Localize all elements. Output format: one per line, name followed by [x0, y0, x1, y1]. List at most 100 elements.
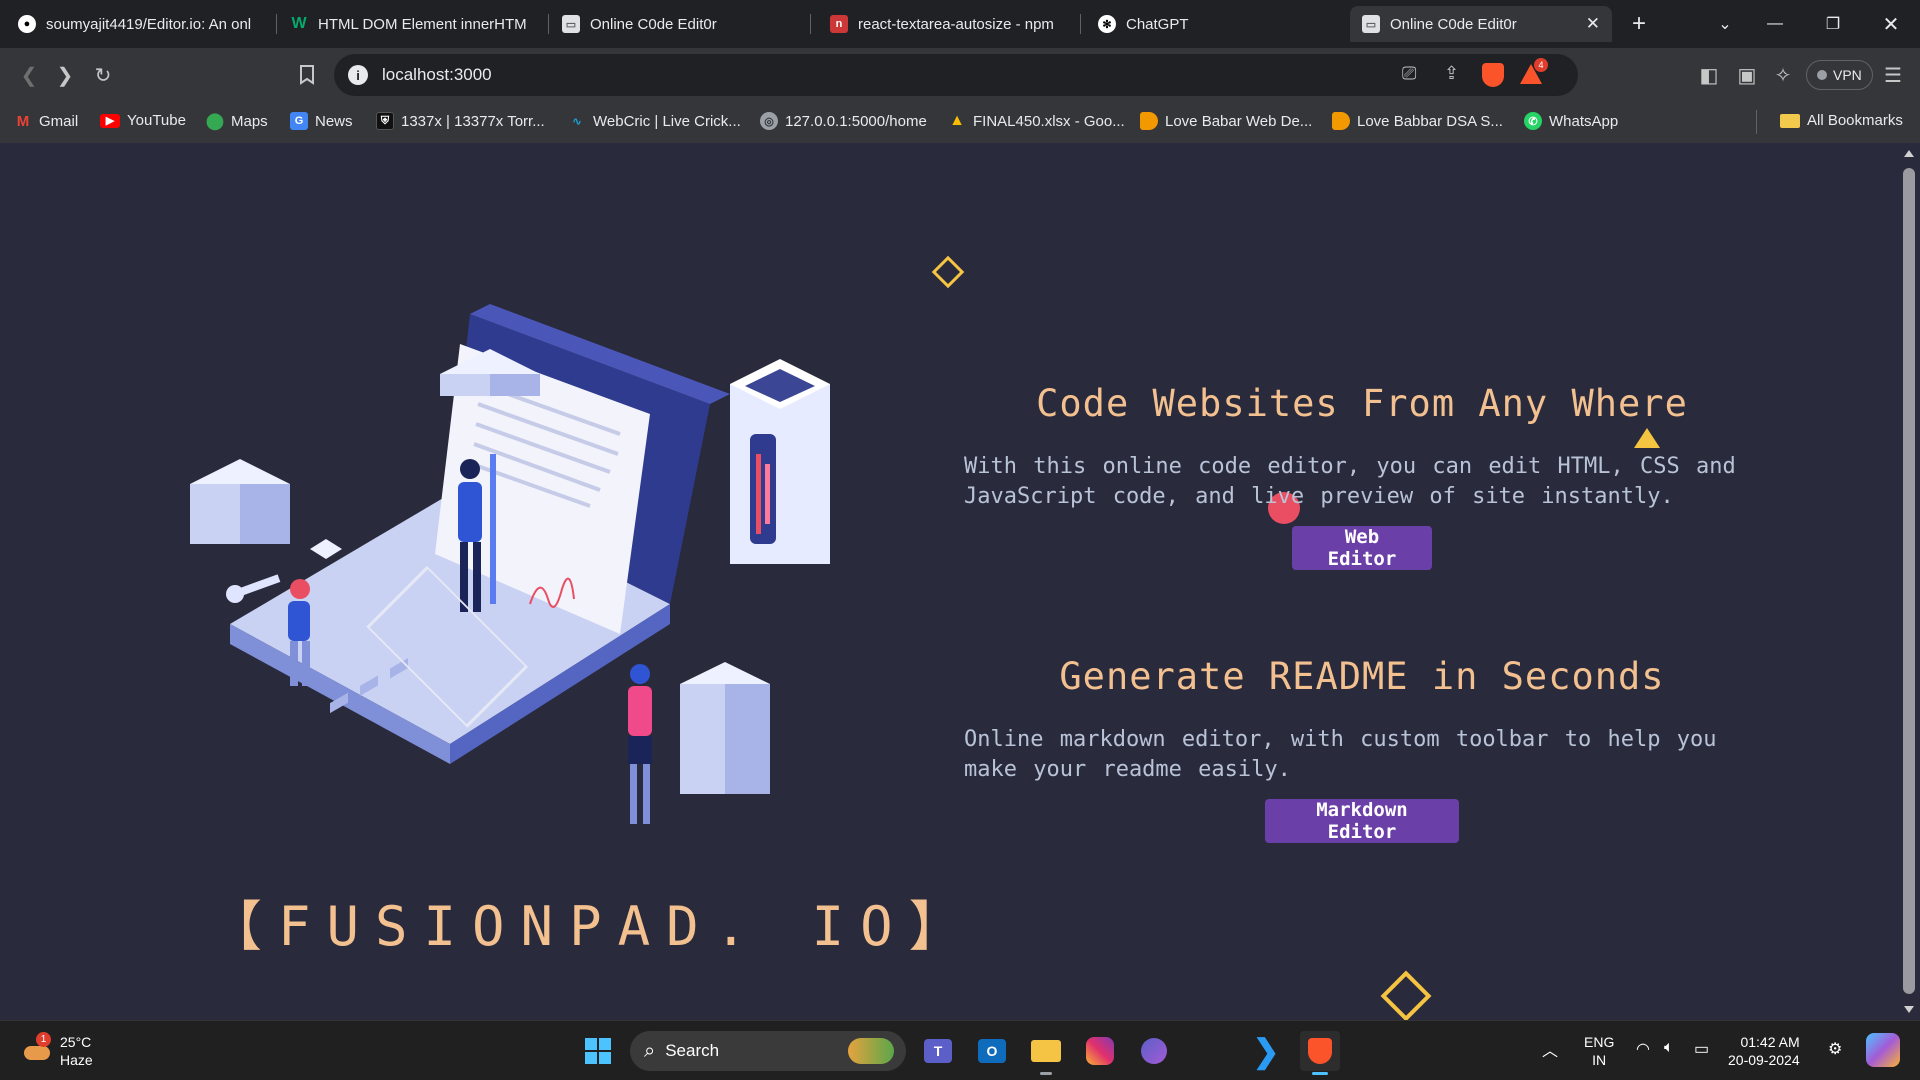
coding-illustration: [190, 304, 830, 824]
tab-code-editor[interactable]: ▭ Online C0de Edit0r: [550, 6, 818, 42]
tray-overflow-chevron-icon[interactable]: ︿: [1542, 1037, 1558, 1061]
bookmarks-bar: M Gmail ▶ YouTube ⬤ Maps G News ⛨ 1337x | 133…: [0, 102, 1920, 144]
bookmark-love-babar-web[interactable]: Love Babar Web De...: [1140, 112, 1312, 130]
bookmark-label: 1337x | 13377x Torr...: [401, 112, 545, 130]
back-icon[interactable]: ❮: [14, 60, 44, 90]
clock-time: 01:42 AM: [1740, 1034, 1800, 1050]
bookmark-maps[interactable]: ⬤ Maps: [206, 112, 268, 131]
scroll-up-icon[interactable]: [1904, 150, 1914, 157]
page-content: 【FUSIONPAD. IO】 Code Websites From Any W…: [0, 144, 1898, 1020]
search-label: Search: [665, 1041, 720, 1060]
tab-npm[interactable]: n react-textarea-autosize - npm: [818, 6, 1086, 42]
diamond-decoration-icon: [1380, 970, 1432, 1020]
youtube-icon: ▶: [100, 113, 120, 128]
text-line: Online markdown editor, with custom tool…: [964, 727, 1717, 752]
github-icon: ●: [18, 15, 36, 33]
tab-title: react-textarea-autosize - npm: [858, 15, 1054, 33]
windows-icon: [585, 1038, 611, 1064]
triangle-decoration-icon: [1634, 428, 1660, 448]
bookmark-love-babbar-dsa[interactable]: Love Babbar DSA S...: [1332, 112, 1503, 130]
restore-icon[interactable]: ❐: [1810, 0, 1856, 48]
copilot-icon[interactable]: [1134, 1031, 1174, 1071]
minimize-icon[interactable]: —: [1752, 0, 1798, 48]
gmail-icon: M: [16, 112, 30, 130]
bookmark-final450[interactable]: ▲ FINAL450.xlsx - Goo...: [948, 112, 1125, 130]
clock[interactable]: 01:42 AM 20-09-2024: [1728, 1033, 1800, 1069]
brave-taskbar-icon[interactable]: [1300, 1031, 1340, 1075]
brave-shield-icon[interactable]: [1482, 63, 1504, 87]
bookmark-label: WhatsApp: [1549, 112, 1619, 130]
page-icon: ▭: [562, 15, 580, 33]
copilot-pro-icon[interactable]: [1866, 1033, 1900, 1067]
bookmark-label: FINAL450.xlsx - Goo...: [973, 112, 1125, 130]
folder-icon: [1780, 113, 1800, 128]
battery-icon[interactable]: ▭: [1694, 1039, 1709, 1059]
weather-badge: 1: [36, 1032, 51, 1047]
w3schools-icon: W: [291, 15, 307, 32]
bookmark-1337x[interactable]: ⛨ 1337x | 13377x Torr...: [376, 112, 545, 130]
all-bookmarks-folder[interactable]: All Bookmarks: [1780, 112, 1903, 129]
share-icon[interactable]: ⇪: [1444, 63, 1459, 84]
vpn-label: VPN: [1833, 67, 1862, 83]
start-button[interactable]: [578, 1031, 618, 1071]
bookmark-webcric[interactable]: ∿ WebCric | Live Crick...: [568, 112, 740, 130]
new-tab-button[interactable]: +: [1616, 0, 1662, 48]
bookmark-label: 127.0.0.1:5000/home: [785, 112, 927, 130]
tab-search-chevron-icon[interactable]: ⌄: [1702, 0, 1748, 48]
taskbar-search[interactable]: ⌕ Search: [630, 1031, 906, 1071]
tab-chatgpt[interactable]: ✻ ChatGPT: [1086, 6, 1346, 42]
notification-settings-icon[interactable]: ⚙: [1828, 1039, 1842, 1059]
close-tab-icon[interactable]: ✕: [1586, 14, 1600, 34]
tab-title: HTML DOM Element innerHTM: [318, 15, 527, 33]
text-line: make your readme easily.: [964, 757, 1291, 782]
wifi-icon[interactable]: ◠: [1636, 1039, 1650, 1059]
text-line: With this online code editor, you can ed…: [964, 454, 1736, 479]
language-indicator[interactable]: ENG IN: [1584, 1033, 1614, 1069]
maps-icon: ⬤: [206, 113, 224, 130]
tab-github[interactable]: ● soumyajit4419/Editor.io: An onl: [6, 6, 274, 42]
vertical-scrollbar[interactable]: [1898, 144, 1920, 1020]
vscode-icon[interactable]: ❯: [1246, 1031, 1286, 1071]
volume-icon[interactable]: 🔈︎: [1664, 1039, 1674, 1057]
site-info-icon[interactable]: i: [348, 65, 368, 85]
install-app-icon[interactable]: ⎚: [1402, 63, 1416, 84]
tab-title: Online C0de Edit0r: [590, 15, 717, 33]
weather-widget[interactable]: 1 25°C Haze: [22, 1032, 93, 1069]
scroll-down-icon[interactable]: [1904, 1006, 1914, 1013]
bookmark-gmail[interactable]: M Gmail: [14, 112, 78, 130]
bookmark-page-icon[interactable]: [292, 60, 322, 90]
search-icon: ⌕: [644, 1039, 656, 1062]
bookmark-icon: [1140, 112, 1158, 130]
web-editor-button[interactable]: Web Editor: [1292, 526, 1432, 570]
tab-code-editor-active[interactable]: ▭ Online C0de Edit0r ✕: [1350, 6, 1612, 42]
tab-w3schools[interactable]: W HTML DOM Element innerHTM: [278, 6, 546, 42]
bookmark-localhost[interactable]: ◎ 127.0.0.1:5000/home: [760, 112, 927, 130]
leo-ai-icon[interactable]: ✧: [1768, 60, 1798, 90]
wallet-icon[interactable]: ▣: [1732, 60, 1762, 90]
text-line: JavaScript code, and live preview of sit…: [964, 484, 1674, 509]
shield-icon: ⛨: [376, 112, 394, 130]
bookmark-news[interactable]: G News: [290, 112, 353, 130]
close-window-icon[interactable]: ✕: [1868, 0, 1914, 48]
instagram-icon[interactable]: [1080, 1031, 1120, 1071]
diamond-decoration-icon: [931, 255, 965, 289]
address-bar[interactable]: i localhost:3000 ⎚ ⇪ 4: [334, 54, 1578, 96]
search-highlight-icon: [848, 1038, 894, 1064]
section-text-web: With this online code editor, you can ed…: [964, 452, 1764, 512]
sidebar-icon[interactable]: ◧: [1694, 60, 1724, 90]
browser-toolbar: ❮ ❯ ↻ i localhost:3000 ⎚ ⇪ 4 ◧ ▣ ✧ VPN ☰: [0, 48, 1920, 102]
file-explorer-icon[interactable]: [1026, 1031, 1066, 1075]
globe-icon: ◎: [760, 112, 778, 130]
markdown-editor-button[interactable]: Markdown Editor: [1265, 799, 1459, 843]
teams-icon[interactable]: T: [918, 1031, 958, 1071]
url-text: localhost:3000: [382, 65, 492, 84]
reload-icon[interactable]: ↻: [88, 60, 118, 90]
scrollbar-thumb[interactable]: [1903, 168, 1915, 994]
outlook-icon[interactable]: O: [972, 1031, 1012, 1071]
vpn-button[interactable]: VPN: [1806, 60, 1873, 90]
bookmark-youtube[interactable]: ▶ YouTube: [100, 112, 186, 129]
forward-icon[interactable]: ❯: [50, 60, 80, 90]
section-text-readme: Online markdown editor, with custom tool…: [964, 725, 1764, 785]
menu-icon[interactable]: ☰: [1878, 60, 1908, 90]
bookmark-whatsapp[interactable]: ✆ WhatsApp: [1524, 112, 1618, 130]
